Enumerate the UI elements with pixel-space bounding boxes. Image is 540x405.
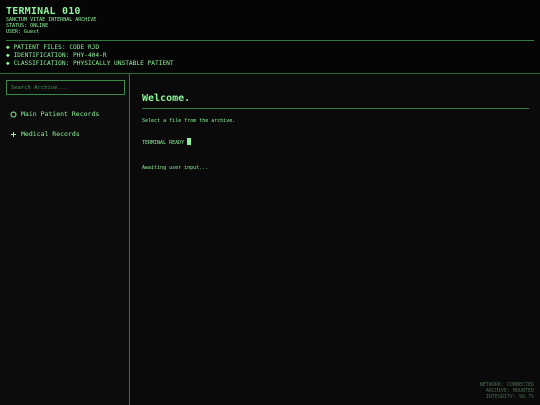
- terminal-ready-line: TERMINAL READY: [142, 138, 192, 146]
- app-title: TERMINAL 010: [6, 6, 81, 17]
- info-classification: ◆ CLASSIFICATION: PHYSICALLY UNSTABLE PA…: [6, 60, 174, 67]
- sidebar-item-label: Medical Records: [21, 130, 80, 138]
- header-divider: [6, 40, 534, 41]
- sidebar-item-main-patient-records[interactable]: Main Patient Records: [10, 110, 99, 118]
- main-divider: [142, 108, 529, 109]
- sidebar-item-medical-records[interactable]: Medical Records: [10, 130, 80, 138]
- info-identification: ◆ IDENTIFICATION: PHY-404-R: [6, 52, 107, 59]
- circle-icon: [10, 111, 17, 118]
- header: TERMINAL 010 SANCTUM VITAE INTERNAL ARCH…: [0, 0, 540, 74]
- main-panel: Welcome. Select a file from the archive.…: [131, 74, 540, 405]
- cursor-block: [187, 138, 192, 145]
- sidebar-item-label: Main Patient Records: [21, 110, 100, 118]
- integrity-status: INTEGRITY: 98.7%: [485, 394, 534, 400]
- search-input[interactable]: [6, 80, 125, 95]
- select-file-hint: Select a file from the archive.: [142, 118, 236, 124]
- sidebar: Main Patient Records Medical Records: [0, 74, 130, 405]
- awaiting-input-text: Awaiting user input...: [142, 165, 209, 171]
- user-line: USER: Guest: [6, 29, 40, 35]
- info-patient-files: ◆ PATIENT FILES: CODE RJD: [6, 44, 100, 51]
- welcome-heading: Welcome.: [142, 93, 191, 104]
- system-status: NETWORK: CONNECTED ARCHIVE: MOUNTED INTE…: [480, 382, 534, 400]
- plus-icon: [10, 131, 17, 138]
- terminal-ready-text: TERMINAL READY: [142, 140, 185, 146]
